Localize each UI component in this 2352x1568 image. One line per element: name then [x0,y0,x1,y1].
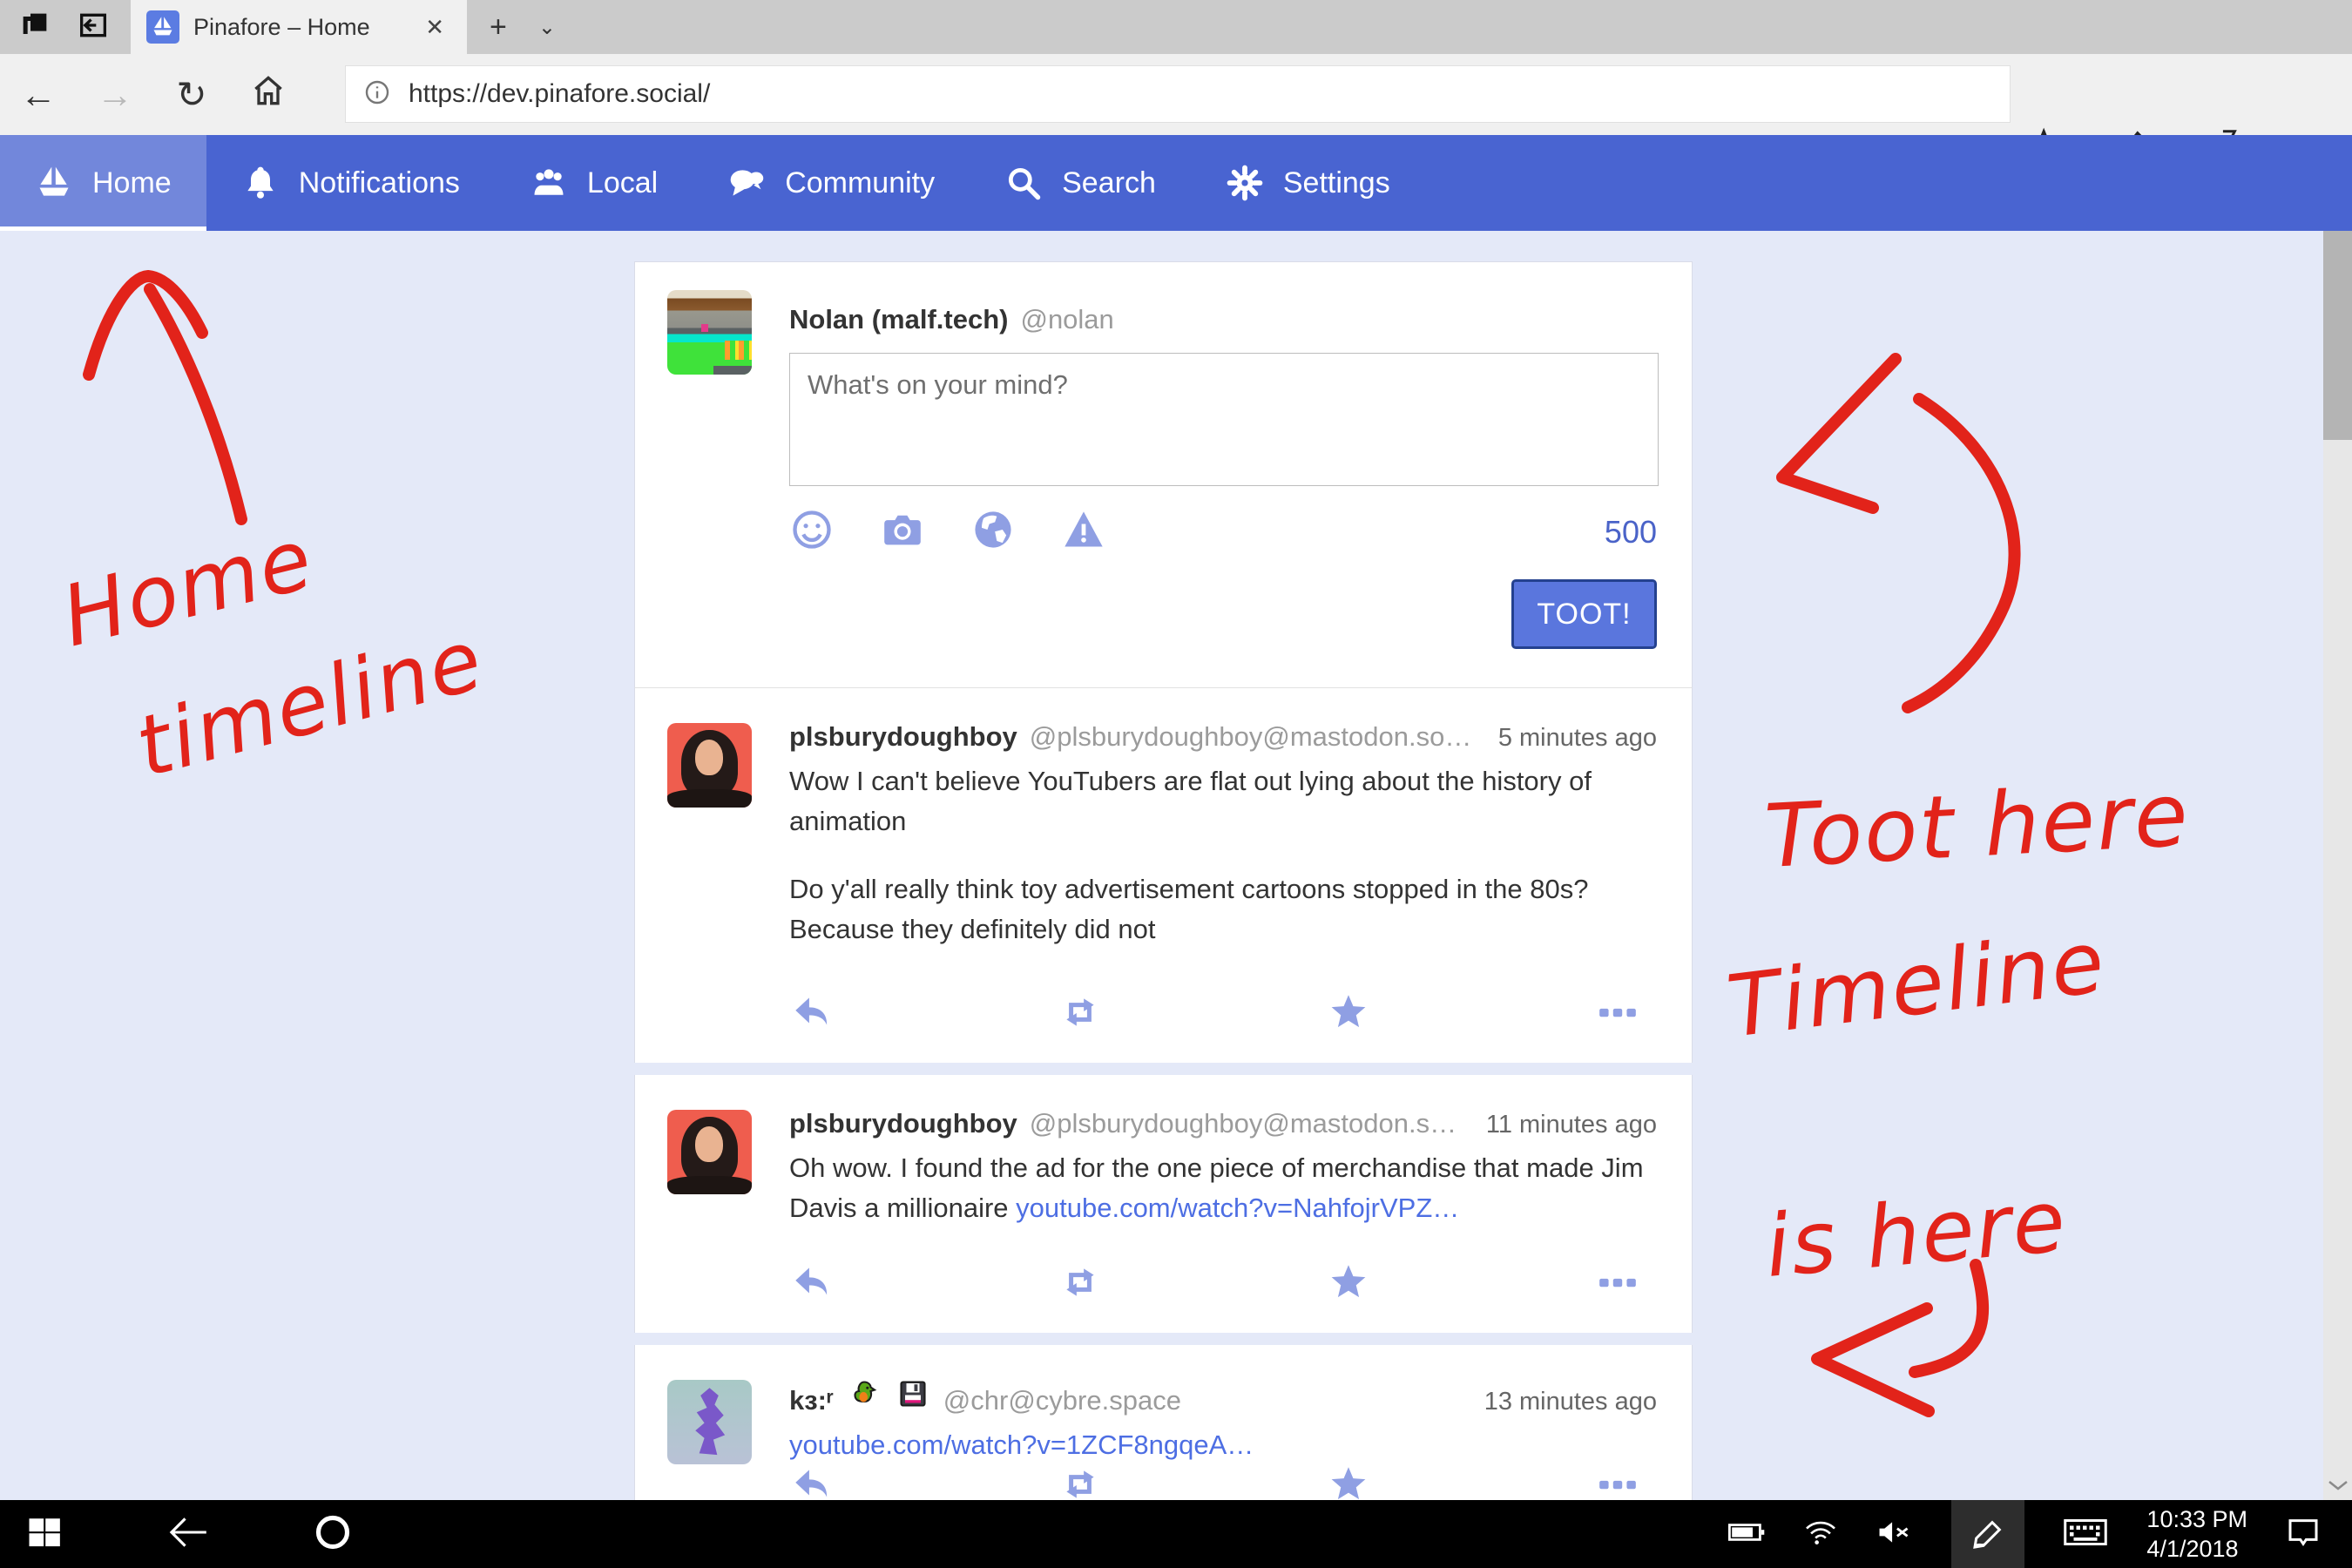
char-count: 500 [1605,514,1657,551]
favorite-star-icon[interactable] [1327,1463,1370,1500]
boost-icon[interactable] [1058,990,1102,1038]
reply-icon[interactable] [789,990,833,1038]
post-display-name[interactable]: kз:ʳ [789,1385,834,1416]
boost-icon[interactable] [1058,1260,1102,1308]
page-viewport: Home Notifications Local Community Searc… [0,135,2352,1500]
floppy-disk-emoji-icon [897,1378,929,1416]
compose-handle: @nolan [1020,304,1113,335]
page-scrollbar[interactable] [2323,231,2352,1500]
address-bar[interactable] [345,65,2011,123]
post-handle: @chr@cybre.space [943,1385,1181,1416]
post-timestamp[interactable]: 5 minutes ago [1498,724,1657,753]
post-timestamp[interactable]: 11 minutes ago [1486,1111,1657,1139]
compose-input-wrap [789,353,1659,486]
tab-title: Pinafore – Home [193,14,404,41]
compose-display-name: Nolan (malf.tech) [789,304,1008,335]
site-info-icon[interactable] [363,78,391,111]
start-button-icon[interactable] [26,1514,63,1555]
forward-button: → [77,74,153,116]
post-text: Do y'all really think toy advertisement … [789,869,1660,950]
visibility-globe-icon[interactable] [970,507,1016,557]
tab-close-icon[interactable]: ✕ [418,10,451,44]
avatar[interactable] [667,1110,752,1194]
taskbar-clock[interactable]: 10:33 PM 4/1/2018 [2146,1504,2247,1564]
gear-icon [1226,164,1264,202]
home-button[interactable] [230,71,307,118]
windows-ink-pen-icon[interactable] [1951,1500,2024,1568]
sailboat-icon [35,164,73,202]
toot-button[interactable]: TOOT! [1511,579,1657,649]
pinafore-favicon-sailboat-icon [146,10,179,44]
more-options-icon[interactable] [1596,1260,1639,1308]
post-display-name[interactable]: plsburydoughboy [789,721,1017,753]
avatar[interactable] [667,1380,752,1464]
post-timestamp[interactable]: 13 minutes ago [1484,1388,1657,1416]
nav-tab-notifications[interactable]: Notifications [206,135,495,231]
chat-bubbles-icon [727,164,766,202]
dragon-emoji-icon [848,1378,880,1416]
avatar[interactable] [667,290,752,375]
avatar[interactable] [667,723,752,808]
post-display-name[interactable]: plsburydoughboy [789,1108,1017,1139]
reply-icon[interactable] [789,1463,833,1500]
post-link[interactable]: youtube.com/watch?v=NahfojrVPZ… [1016,1193,1459,1223]
status-post[interactable]: plsburydoughboy @plsburydoughboy@mastodo… [634,687,1693,1063]
people-icon [530,164,568,202]
more-options-icon[interactable] [1596,1463,1639,1500]
post-handle: @plsburydoughboy@mastodon.so… [1030,721,1472,753]
emoji-picker-icon[interactable] [789,507,835,557]
cortana-circle-icon[interactable] [314,1513,352,1556]
clock-date: 4/1/2018 [2146,1534,2247,1564]
clock-time: 10:33 PM [2146,1504,2247,1534]
bell-icon [241,164,280,202]
windows-taskbar: 10:33 PM 4/1/2018 [0,1500,2352,1568]
more-options-icon[interactable] [1596,990,1639,1038]
refresh-button[interactable]: ↻ [153,73,230,116]
back-button[interactable]: ← [0,74,77,116]
wifi-icon[interactable] [1803,1518,1838,1551]
media-upload-icon[interactable] [880,507,925,557]
compose-input[interactable] [790,354,1658,485]
url-input[interactable] [409,79,1992,109]
search-icon [1004,164,1043,202]
action-center-icon[interactable] [2286,1515,2321,1554]
volume-muted-icon[interactable] [1876,1518,1913,1551]
scroll-down-chevron-icon[interactable] [2326,1477,2350,1493]
content-warning-icon[interactable] [1061,507,1106,557]
favorite-star-icon[interactable] [1327,990,1370,1038]
nav-tab-community[interactable]: Community [693,135,970,231]
touch-keyboard-icon[interactable] [2063,1517,2108,1552]
status-post[interactable]: plsburydoughboy @plsburydoughboy@mastodo… [634,1075,1693,1333]
status-post[interactable]: kз:ʳ @chr@cybre.space 13 minutes ago you… [634,1345,1693,1500]
browser-toolbar: ← → ↻ ••• [0,54,2352,135]
pinafore-nav: Home Notifications Local Community Searc… [0,135,2352,231]
nav-tab-local[interactable]: Local [495,135,693,231]
timeline-column: Nolan (malf.tech) @nolan 500 [634,261,1693,1500]
set-aside-tabs-icon[interactable] [17,8,52,47]
post-link[interactable]: youtube.com/watch?v=1ZCF8ngqeA… [789,1429,1254,1460]
nav-tab-search[interactable]: Search [970,135,1191,231]
battery-icon[interactable] [1728,1519,1765,1550]
boost-icon[interactable] [1058,1463,1102,1500]
browser-tab-pinafore[interactable]: Pinafore – Home ✕ [131,0,467,54]
reply-icon[interactable] [789,1260,833,1308]
nav-tab-home[interactable]: Home [0,135,206,231]
compose-box: Nolan (malf.tech) @nolan 500 [634,261,1693,687]
post-handle: @plsburydoughboy@mastodon.s… [1030,1108,1456,1139]
favorite-star-icon[interactable] [1327,1260,1370,1308]
nav-tab-settings[interactable]: Settings [1191,135,1425,231]
taskbar-back-icon[interactable] [166,1515,211,1554]
new-tab-button[interactable]: + [490,10,507,44]
scrollbar-thumb[interactable] [2323,231,2352,440]
tab-preview-icon[interactable] [75,8,112,47]
tab-list-chevron-icon[interactable]: ⌄ [538,15,556,40]
browser-tab-bar: Pinafore – Home ✕ + ⌄ [0,0,2352,54]
post-text: Wow I can't believe YouTubers are flat o… [789,761,1660,841]
